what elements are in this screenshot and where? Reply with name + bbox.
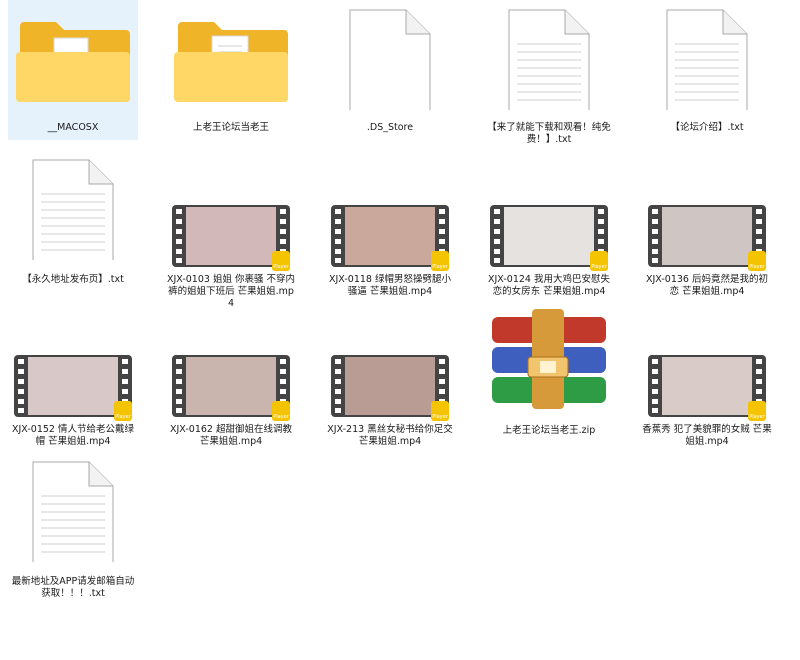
file-name: 最新地址及APP请发邮箱自动获取！！！.txt [11,576,135,599]
player-badge: Player [748,251,766,271]
file-name: XJX-0162 超甜御姐在线调教 芒果姐姐.mp4 [170,424,292,447]
player-badge: Player [272,251,290,271]
file-name: 【永久地址发布页】.txt [22,274,124,285]
file-tile-txt[interactable]: 最新地址及APP请发邮箱自动获取！！！.txt [8,452,138,599]
file-tile-folder[interactable]: 上老王论坛当老王 [166,0,296,140]
file-name: 上老王论坛当老王.zip [502,425,596,436]
player-badge: Player [114,401,132,421]
file-tile-zip[interactable]: 上老王论坛当老王.zip [484,305,614,445]
text-document-icon [484,0,614,110]
file-name: XJX-0152 情人节给老公戴绿帽 芒果姐姐.mp4 [12,424,134,447]
file-name: XJX-0118 绿帽男怒操劈腿小骚逼 芒果姐姐.mp4 [329,274,451,297]
file-name: 【来了就能下载和观看！纯免费！】.txt [487,122,611,145]
file-name: 【论坛介绍】.txt [670,122,744,133]
player-badge: Player [431,401,449,421]
file-name: XJX-0124 我用大鸡巴安慰失恋的女房东 芒果姐姐.mp4 [488,274,610,297]
file-tile-video[interactable]: Player XJX-0162 超甜御姐在线调教 芒果姐姐.mp4 [166,345,296,485]
file-name: XJX-0136 后妈竟然是我的初恋 芒果姐姐.mp4 [646,274,768,297]
text-document-icon [8,452,138,562]
file-tile-video[interactable]: Player XJX-0118 绿帽男怒操劈腿小骚逼 芒果姐姐.mp4 [325,195,455,335]
player-badge: Player [590,251,608,271]
text-document-icon [642,0,772,110]
file-name: XJX-213 黑丝女秘书给你足交 芒果姐姐.mp4 [327,424,453,447]
text-document-icon [8,150,138,260]
file-tile-macosx[interactable]: __MACOSX [8,0,138,140]
winrar-archive-icon [484,305,614,415]
file-tile-video[interactable]: Player XJX-213 黑丝女秘书给你足交 芒果姐姐.mp4 [325,345,455,485]
folder-icon [166,0,296,110]
blank-document-icon [325,0,455,110]
file-name: .DS_Store [366,122,414,133]
folder-icon [8,0,138,110]
file-name: 香蕉秀 犯了美貌罪的女贼 芒果姐姐.mp4 [642,424,772,447]
player-badge: Player [748,401,766,421]
file-tile-video[interactable]: Player XJX-0103 姐姐 你裹骚 不穿内裤的姐姐下班后 芒果姐姐.m… [166,195,296,335]
player-badge: Player [272,401,290,421]
file-tile-ds-store[interactable]: .DS_Store [325,0,455,140]
file-tile-video[interactable]: Player 香蕉秀 犯了美貌罪的女贼 芒果姐姐.mp4 [642,345,772,485]
file-tile-txt[interactable]: 【论坛介绍】.txt [642,0,772,140]
file-tile-txt[interactable]: 【来了就能下载和观看！纯免费！】.txt [484,0,614,145]
file-name: 上老王论坛当老王 [192,122,269,133]
file-name: __MACOSX [47,122,99,133]
player-badge: Player [431,251,449,271]
file-name: XJX-0103 姐姐 你裹骚 不穿内裤的姐姐下班后 芒果姐姐.mp4 [166,274,295,309]
file-tile-txt[interactable]: 【永久地址发布页】.txt [8,150,138,290]
file-tile-video[interactable]: Player XJX-0136 后妈竟然是我的初恋 芒果姐姐.mp4 [642,195,772,335]
